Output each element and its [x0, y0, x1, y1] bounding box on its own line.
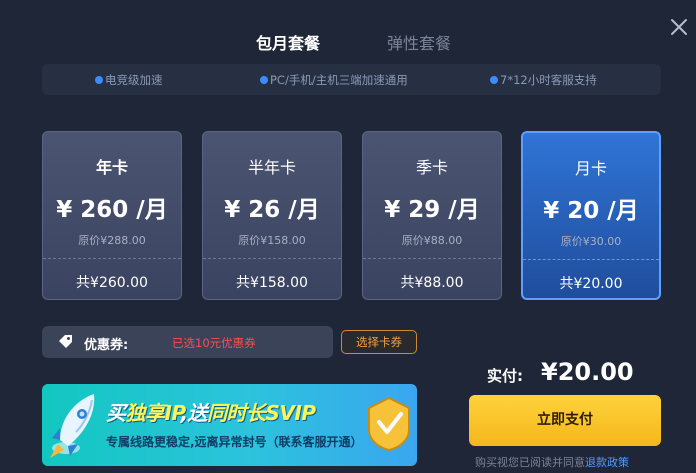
- plan-price: ¥ 20 /月: [543, 198, 639, 224]
- plan-name: 半年卡: [247, 158, 296, 177]
- feature-bar: 电竞级加速 PC/手机/主机三端加速通用 7*12小时客服支持: [42, 64, 661, 95]
- plan-original-price: 原价¥158.00: [238, 234, 306, 247]
- choose-coupon-button[interactable]: 选择卡券: [341, 330, 417, 354]
- plan-original-price: 原价¥30.00: [560, 235, 622, 248]
- coupon-label: 优惠券:: [84, 338, 129, 353]
- pay-now-button[interactable]: 立即支付: [469, 395, 661, 446]
- coupon-bar: 优惠券: 已选10元优惠券: [42, 326, 333, 358]
- plan-total: 共¥20.00: [559, 276, 623, 292]
- feature-item: PC/手机/主机三端加速通用: [260, 72, 408, 88]
- plan-price: ¥ 29 /月: [384, 197, 480, 223]
- divider: [43, 258, 181, 259]
- plan-total: 共¥260.00: [76, 275, 148, 291]
- plan-original-price: 原价¥288.00: [78, 234, 146, 247]
- coupon-value: 已选10元优惠券: [172, 336, 256, 350]
- banner-headline: 买独享IP,送同时长SVIP: [106, 401, 316, 425]
- plan-total: 共¥88.00: [400, 275, 464, 291]
- plan-card-half-year[interactable]: 半年卡 ¥ 26 /月 原价¥158.00 共¥158.00: [202, 131, 342, 300]
- banner-subtitle: 专属线路更稳定,远离异常封号（联系客服开通）: [106, 435, 363, 449]
- plan-card-quarterly[interactable]: 季卡 ¥ 29 /月 原价¥88.00 共¥88.00: [362, 131, 502, 300]
- plan-total: 共¥158.00: [236, 275, 308, 291]
- plan-original-price: 原价¥88.00: [401, 234, 463, 247]
- tag-icon: [59, 335, 72, 348]
- plan-name: 年卡: [95, 158, 128, 177]
- refund-policy-link[interactable]: 退款政策: [585, 456, 629, 469]
- tab-monthly[interactable]: 包月套餐: [256, 33, 320, 55]
- plan-card-yearly[interactable]: 年卡 ¥ 260 /月 原价¥288.00 共¥260.00: [42, 131, 182, 300]
- vip-badge-icon: [368, 396, 410, 452]
- feature-item: 电竞级加速: [95, 72, 163, 88]
- rocket-icon: [50, 394, 95, 458]
- plan-name: 月卡: [574, 159, 607, 178]
- promo-banner[interactable]: 买独享IP,送同时长SVIP 专属线路更稳定,远离异常封号（联系客服开通）: [42, 384, 417, 466]
- bullet-dot-icon: [490, 76, 498, 84]
- divider: [523, 259, 659, 260]
- feature-item: 7*12小时客服支持: [490, 72, 597, 88]
- plan-card-monthly[interactable]: 月卡 ¥ 20 /月 原价¥30.00 共¥20.00: [521, 131, 661, 300]
- divider: [363, 258, 501, 259]
- bullet-dot-icon: [260, 76, 268, 84]
- agreement-text: 购买视您已阅读并同意退款政策: [475, 456, 629, 469]
- close-icon[interactable]: [668, 16, 690, 38]
- plan-price: ¥ 260 /月: [56, 197, 168, 223]
- paid-label: 实付:: [487, 367, 523, 385]
- bullet-dot-icon: [95, 76, 103, 84]
- paid-amount: ¥20.00: [541, 358, 634, 386]
- plan-name: 季卡: [415, 158, 448, 177]
- tab-flexible[interactable]: 弹性套餐: [387, 33, 451, 55]
- divider: [203, 258, 341, 259]
- plan-price: ¥ 26 /月: [224, 197, 320, 223]
